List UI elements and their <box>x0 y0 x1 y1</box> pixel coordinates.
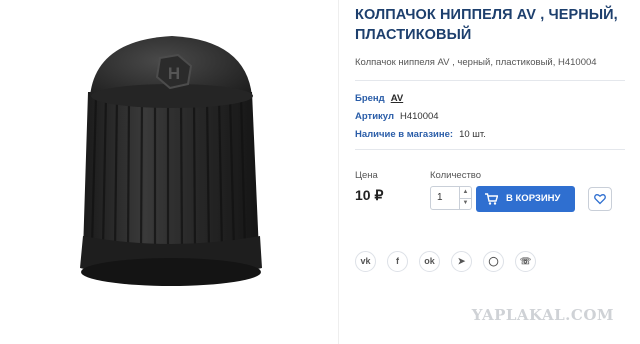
property-brand: Бренд AV <box>355 92 486 110</box>
favorite-button[interactable] <box>588 187 612 211</box>
telegram-icon[interactable]: ➤ <box>451 251 472 272</box>
divider <box>355 149 625 150</box>
property-value: H410004 <box>399 111 439 122</box>
price-label: Цена <box>355 170 378 181</box>
heart-icon <box>594 194 606 205</box>
odnoklassniki-icon[interactable]: ok <box>419 251 440 272</box>
property-stock: Наличие в магазине: 10 шт. <box>355 128 486 146</box>
vk-icon[interactable]: vk <box>355 251 376 272</box>
add-to-cart-button[interactable]: В КОРЗИНУ <box>476 186 575 212</box>
property-sku: Артикул H410004 <box>355 110 486 128</box>
chevron-down-icon[interactable]: ▼ <box>459 198 471 209</box>
property-value: 10 шт. <box>459 129 486 140</box>
property-key: Артикул <box>355 111 394 122</box>
product-title: КОЛПАЧОК НИППЕЛЯ AV , ЧЕРНЫЙ, ПЛАСТИКОВЫ… <box>355 7 618 43</box>
quantity-value[interactable]: 1 <box>437 192 443 203</box>
divider <box>355 80 625 81</box>
valve-cap-photo: H <box>80 36 262 286</box>
whatsapp-icon[interactable]: ◯ <box>483 251 504 272</box>
product-properties: Бренд AV Артикул H410004 Наличие в магазин… <box>355 92 486 146</box>
price-value: 10 ₽ <box>355 187 384 203</box>
add-to-cart-label: В КОРЗИНУ <box>506 193 561 204</box>
cart-icon <box>485 193 498 205</box>
quantity-label: Количество <box>430 170 482 181</box>
watermark: YAPLAKAL.COM <box>471 306 614 324</box>
product-description: Колпачок ниппеля AV , черный, пластиковы… <box>355 57 597 68</box>
brand-link[interactable]: AV <box>391 93 404 104</box>
svg-text:H: H <box>168 64 180 83</box>
product-image[interactable]: H <box>0 0 339 344</box>
property-key: Наличие в магазине: <box>355 129 454 140</box>
property-key: Бренд <box>355 93 385 104</box>
quantity-stepper[interactable]: 1 ▲ ▼ <box>430 186 472 210</box>
facebook-icon[interactable]: f <box>387 251 408 272</box>
viber-icon[interactable]: ☏ <box>515 251 536 272</box>
